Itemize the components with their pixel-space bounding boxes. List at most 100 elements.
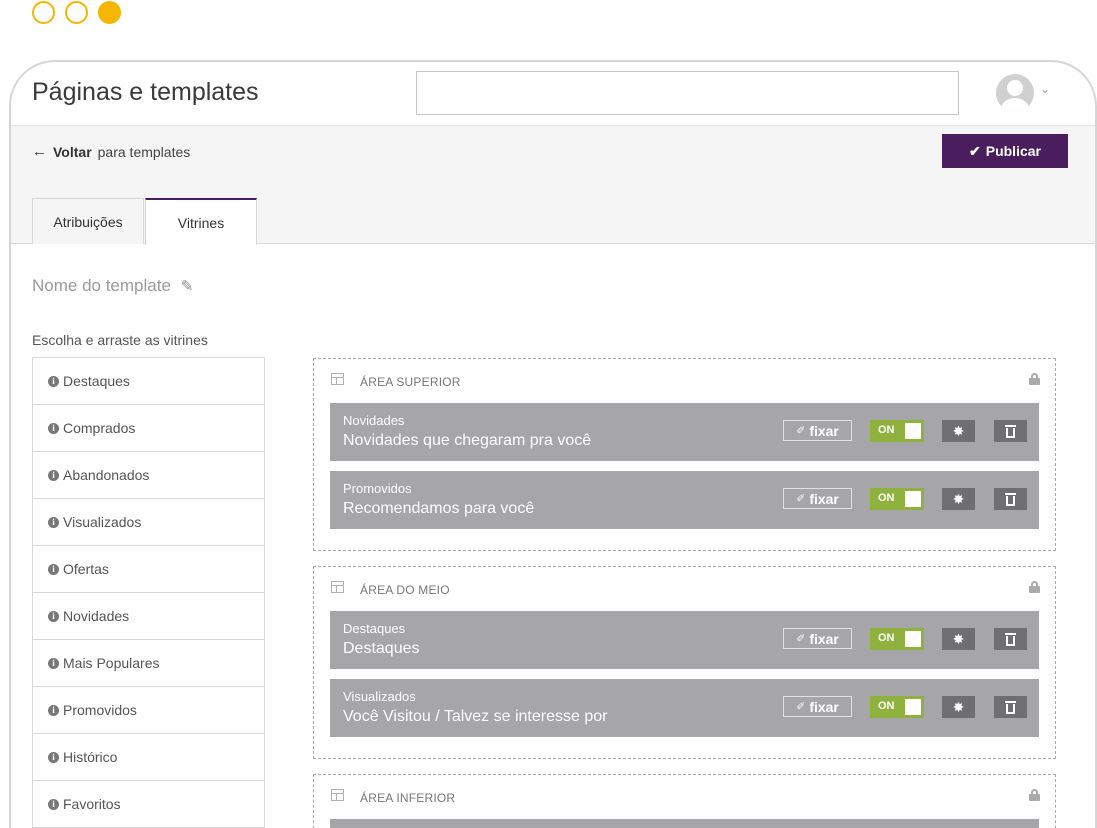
info-icon: i: [48, 516, 59, 528]
lock-icon[interactable]: [1029, 581, 1040, 593]
pin-icon: ✐: [796, 633, 806, 645]
list-item-label: Comprados: [63, 420, 136, 436]
info-icon: i: [48, 704, 59, 716]
list-item[interactable]: i Ofertas: [33, 546, 264, 593]
list-item[interactable]: i Destaques: [33, 358, 264, 405]
drop-area-superior[interactable]: ÁREA SUPERIOR Novidades Novidades que ch…: [313, 358, 1056, 551]
toggle-label: ON: [878, 632, 895, 644]
pin-icon: ✐: [796, 425, 806, 437]
row-title: Novidades que chegaram pra você: [343, 432, 592, 449]
info-icon: i: [48, 469, 59, 481]
pin-icon: ✐: [796, 493, 806, 505]
list-item[interactable]: i Histórico: [33, 734, 264, 781]
list-item[interactable]: i Mais Populares: [33, 640, 264, 687]
gear-icon[interactable]: ✸: [942, 696, 975, 718]
area-title: ÁREA SUPERIOR: [360, 375, 461, 389]
list-item[interactable]: i Visualizados: [33, 499, 264, 546]
fix-button[interactable]: ✐ fixar: [783, 696, 852, 717]
user-avatar-icon[interactable]: [996, 74, 1034, 112]
back-link[interactable]: ← Voltar para templates: [32, 143, 190, 160]
tab-vitrines[interactable]: Vitrines: [145, 198, 257, 245]
toggle-label: ON: [878, 700, 895, 712]
active-toggle[interactable]: ON: [870, 628, 924, 650]
list-item[interactable]: i Comprados: [33, 405, 264, 452]
list-item[interactable]: i Novidades: [33, 593, 264, 640]
lock-icon[interactable]: [1029, 373, 1040, 385]
drop-area-meio[interactable]: ÁREA DO MEIO Destaques Destaques ✐ fixar …: [313, 566, 1056, 759]
back-suffix: para templates: [97, 143, 191, 160]
vitrine-row[interactable]: Promovidos Recomendamos para você ✐ fixar…: [330, 471, 1039, 529]
row-title: Você Visitou / Talvez se interesse por: [343, 708, 608, 725]
drop-area-inferior[interactable]: ÁREA INFERIOR: [313, 774, 1056, 828]
fix-button[interactable]: ✐ fixar: [783, 628, 852, 649]
fix-label: fixar: [809, 422, 839, 439]
trash-icon[interactable]: [994, 696, 1027, 718]
list-item-label: Destaques: [63, 373, 130, 389]
trash-icon[interactable]: [994, 488, 1027, 510]
layout-icon: [331, 581, 344, 593]
info-icon: i: [48, 657, 59, 669]
area-header: ÁREA DO MEIO: [314, 567, 1055, 611]
fix-button[interactable]: ✐ fixar: [783, 488, 852, 509]
list-item-label: Mais Populares: [63, 655, 160, 671]
fix-label: fixar: [809, 490, 839, 507]
publish-button[interactable]: ✔ Publicar: [942, 134, 1068, 168]
lock-icon[interactable]: [1029, 789, 1040, 801]
fix-button[interactable]: ✐ fixar: [783, 420, 852, 441]
area-title: ÁREA DO MEIO: [360, 583, 450, 597]
check-icon: ✔: [969, 142, 981, 159]
vitrine-row[interactable]: [330, 819, 1039, 828]
row-title: Destaques: [343, 640, 420, 657]
area-header: ÁREA INFERIOR: [314, 775, 1055, 819]
area-title: ÁREA INFERIOR: [360, 791, 456, 805]
page-title: Páginas e templates: [32, 78, 259, 106]
trash-icon[interactable]: [994, 628, 1027, 650]
vitrines-list: i Destaques i Comprados i Abandonados i Visu…: [32, 357, 265, 828]
maximize-button[interactable]: [65, 1, 88, 24]
close-button[interactable]: [98, 1, 121, 24]
layout-icon: [331, 373, 344, 385]
tab-atribuicoes[interactable]: Atribuições: [32, 198, 144, 244]
search-input[interactable]: [416, 71, 959, 115]
list-item[interactable]: i Abandonados: [33, 452, 264, 499]
gear-icon[interactable]: ✸: [942, 488, 975, 510]
list-item-label: Histórico: [63, 749, 118, 765]
info-icon: i: [48, 798, 59, 810]
vitrine-row[interactable]: Visualizados Você Visitou / Talvez se in…: [330, 679, 1039, 737]
list-item-label: Novidades: [63, 608, 130, 624]
template-name-label: Nome do template: [32, 276, 171, 295]
gear-icon[interactable]: ✸: [942, 628, 975, 650]
toggle-label: ON: [878, 424, 895, 436]
vitrine-row[interactable]: Destaques Destaques ✐ fixar ON ✸: [330, 611, 1039, 669]
info-icon: i: [48, 422, 59, 434]
list-item-label: Ofertas: [63, 561, 109, 577]
info-icon: i: [48, 610, 59, 622]
row-label: Destaques: [343, 621, 406, 636]
top-bar: Páginas e templates ⌄: [11, 62, 1095, 126]
window-controls: [32, 1, 121, 24]
toggle-label: ON: [878, 492, 895, 504]
list-item[interactable]: i Favoritos: [33, 781, 264, 828]
minimize-button[interactable]: [32, 1, 55, 24]
template-name[interactable]: Nome do template ✎: [32, 276, 193, 296]
row-label: Promovidos: [343, 481, 412, 496]
trash-icon[interactable]: [994, 420, 1027, 442]
fix-label: fixar: [809, 630, 839, 647]
area-header: ÁREA SUPERIOR: [314, 359, 1055, 403]
active-toggle[interactable]: ON: [870, 696, 924, 718]
gear-icon[interactable]: ✸: [942, 420, 975, 442]
arrow-left-icon: ←: [32, 143, 47, 160]
pin-icon: ✐: [796, 701, 806, 713]
row-title: Recomendamos para você: [343, 500, 535, 517]
chevron-down-icon[interactable]: ⌄: [1040, 82, 1050, 96]
list-item[interactable]: i Promovidos: [33, 687, 264, 734]
active-toggle[interactable]: ON: [870, 420, 924, 442]
list-item-label: Favoritos: [63, 796, 121, 812]
vitrines-heading: Escolha e arraste as vitrines: [32, 332, 208, 348]
back-label: Voltar: [53, 143, 92, 160]
vitrine-row[interactable]: Novidades Novidades que chegaram pra voc…: [330, 403, 1039, 461]
active-toggle[interactable]: ON: [870, 488, 924, 510]
pencil-icon[interactable]: ✎: [181, 277, 194, 295]
info-icon: i: [48, 751, 59, 763]
layout-icon: [331, 789, 344, 801]
